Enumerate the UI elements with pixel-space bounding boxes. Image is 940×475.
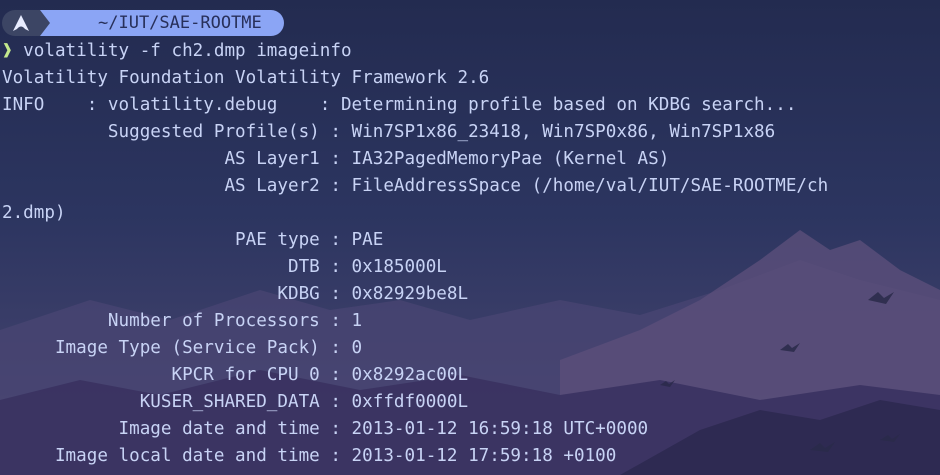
- prompt-bar: ~/IUT/SAE-ROOTME: [2, 10, 284, 36]
- output-line: 2.dmp): [2, 203, 66, 223]
- output-line: Suggested Profile(s) : Win7SP1x86_23418,…: [2, 122, 776, 142]
- output-line: KUSER_SHARED_DATA : 0xffdf0000L: [2, 392, 469, 412]
- prompt-os-segment: [2, 10, 50, 36]
- output-line: Volatility Foundation Volatility Framewo…: [2, 68, 490, 88]
- output-line: AS Layer1 : IA32PagedMemoryPae (Kernel A…: [2, 149, 670, 169]
- output-line: Image date and time : 2013-01-12 16:59:1…: [2, 419, 649, 439]
- output-line: DTB : 0x185000L: [2, 257, 447, 277]
- terminal-window[interactable]: ~/IUT/SAE-ROOTME ❱ volatility -f ch2.dmp…: [0, 0, 940, 475]
- command-line: ❱ volatility -f ch2.dmp imageinfo: [2, 38, 828, 65]
- command-text: volatility -f ch2.dmp imageinfo: [12, 41, 352, 61]
- output-line: INFO : volatility.debug : Determining pr…: [2, 95, 797, 115]
- output-line: KPCR for CPU 0 : 0x8292ac00L: [2, 365, 469, 385]
- prompt-path: ~/IUT/SAE-ROOTME: [40, 10, 284, 36]
- output-line: AS Layer2 : FileAddressSpace (/home/val/…: [2, 176, 829, 196]
- arch-linux-icon: [13, 15, 29, 31]
- output-line: KDBG : 0x82929be8L: [2, 284, 469, 304]
- output-line: Number of Processors : 1: [2, 311, 363, 331]
- terminal-output: ❱ volatility -f ch2.dmp imageinfo Volati…: [2, 38, 828, 470]
- output-line: Image local date and time : 2013-01-12 1…: [2, 446, 617, 466]
- prompt-char: ❱: [2, 41, 13, 61]
- output-line: PAE type : PAE: [2, 230, 384, 250]
- output-line: Image Type (Service Pack) : 0: [2, 338, 363, 358]
